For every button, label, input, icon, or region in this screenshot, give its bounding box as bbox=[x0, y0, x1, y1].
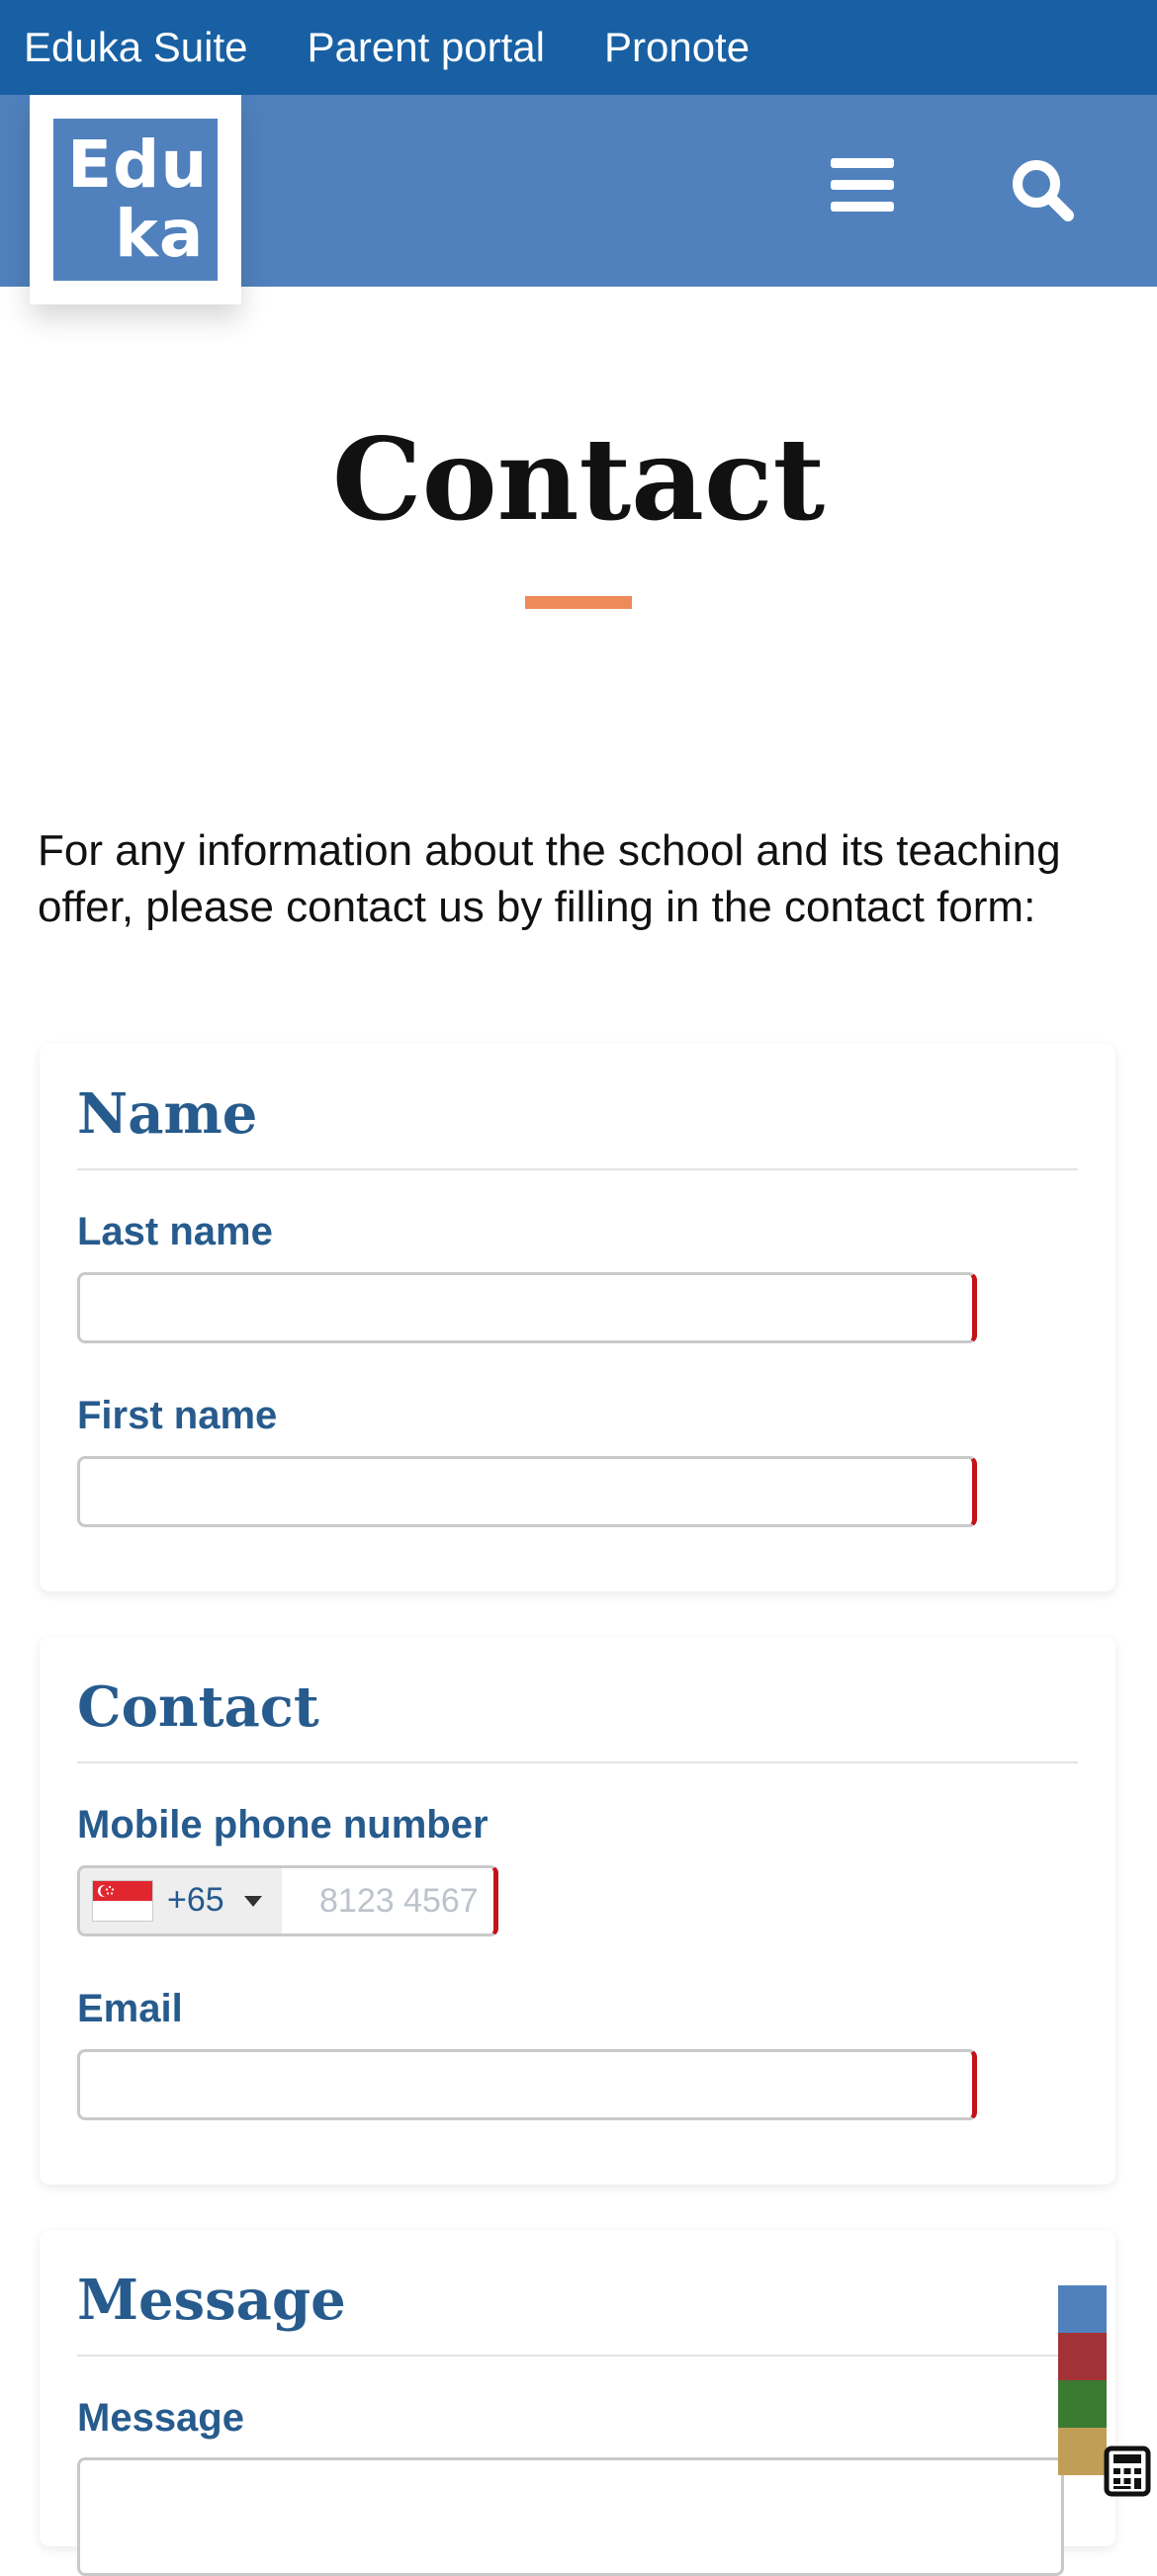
contact-section-title: Contact bbox=[77, 1674, 319, 1740]
country-code-select[interactable]: +65 bbox=[80, 1868, 282, 1933]
dial-code: +65 bbox=[167, 1881, 224, 1919]
contact-section-card: Contact Mobile phone number +65 8123 456… bbox=[40, 1637, 1115, 2185]
theme-swatch-green[interactable] bbox=[1058, 2380, 1107, 2428]
top-link-pronote[interactable]: Pronote bbox=[604, 24, 750, 71]
title-underline bbox=[525, 596, 632, 609]
section-divider bbox=[77, 1761, 1078, 1763]
search-icon[interactable] bbox=[1007, 154, 1078, 225]
message-textarea[interactable] bbox=[77, 2457, 1064, 2576]
first-name-input[interactable] bbox=[77, 1456, 977, 1527]
logo-text-line1: Edu bbox=[67, 127, 209, 203]
section-divider bbox=[77, 2355, 1078, 2357]
email-label: Email bbox=[77, 1987, 183, 2030]
message-label: Message bbox=[77, 2396, 244, 2440]
theme-swatch-red[interactable] bbox=[1058, 2333, 1107, 2380]
top-bar: Eduka Suite Parent portal Pronote bbox=[0, 0, 1157, 95]
top-link-eduka-suite[interactable]: Eduka Suite bbox=[24, 24, 248, 71]
theme-swatch-blue[interactable] bbox=[1058, 2285, 1107, 2333]
site-logo[interactable]: Edu ka bbox=[30, 95, 241, 304]
theme-swatch-gold[interactable] bbox=[1058, 2428, 1107, 2475]
message-section-card: Message Message bbox=[40, 2230, 1115, 2576]
top-link-parent-portal[interactable]: Parent portal bbox=[308, 24, 545, 71]
name-section-card: Name Last name First name bbox=[40, 1044, 1115, 1591]
phone-field: +65 bbox=[77, 1865, 498, 1936]
phone-label: Mobile phone number bbox=[77, 1803, 489, 1846]
first-name-label: First name bbox=[77, 1394, 278, 1437]
email-input[interactable] bbox=[77, 2049, 977, 2120]
section-divider bbox=[77, 1168, 1078, 1170]
chevron-down-icon bbox=[244, 1896, 262, 1907]
page-title: Contact bbox=[331, 413, 826, 546]
calculator-icon[interactable] bbox=[1104, 2446, 1151, 2497]
logo-text-line2: ka bbox=[115, 196, 205, 272]
name-section-title: Name bbox=[77, 1081, 258, 1147]
message-section-title: Message bbox=[77, 2268, 346, 2333]
logo-mark: Edu ka bbox=[53, 119, 218, 281]
hamburger-menu-icon[interactable] bbox=[827, 154, 898, 215]
singapore-flag-icon bbox=[92, 1880, 153, 1922]
last-name-input[interactable] bbox=[77, 1272, 977, 1343]
intro-text: For any information about the school and… bbox=[38, 826, 1061, 931]
phone-input[interactable] bbox=[282, 1868, 493, 1933]
last-name-label: Last name bbox=[77, 1210, 273, 1253]
